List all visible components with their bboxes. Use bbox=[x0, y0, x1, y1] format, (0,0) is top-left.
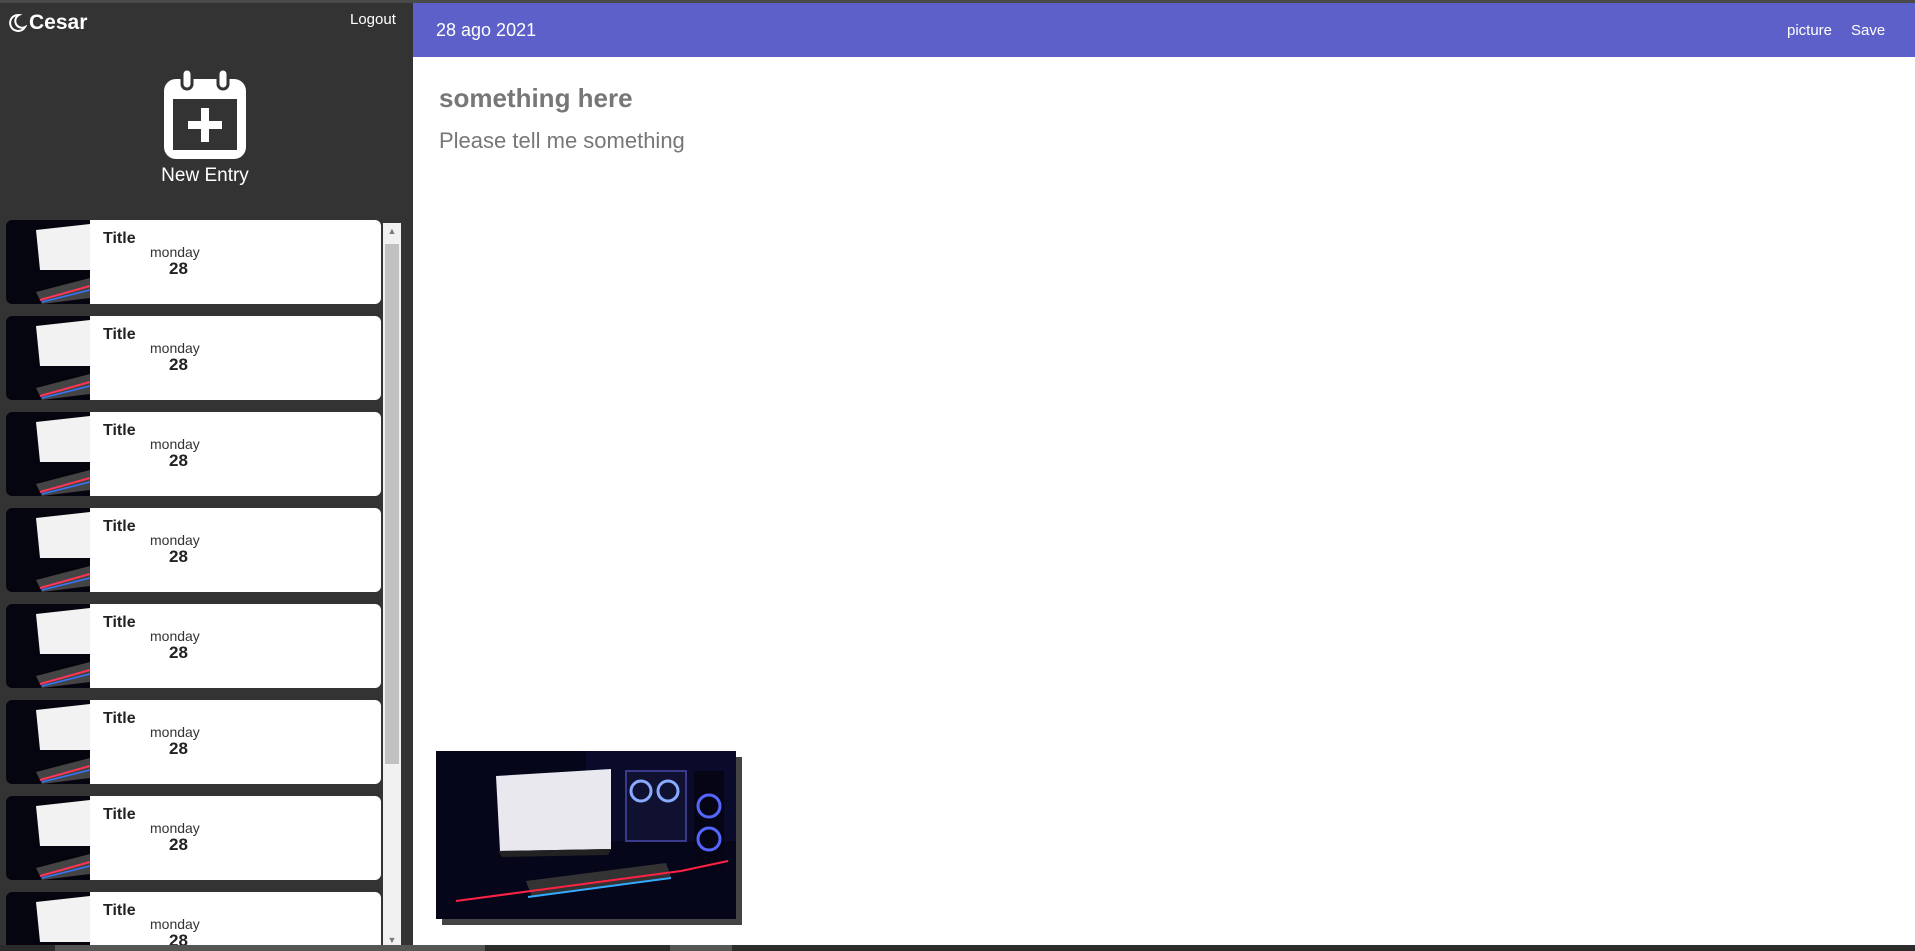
new-entry-button[interactable]: New Entry bbox=[150, 69, 260, 187]
header-date: 28 ago 2021 bbox=[436, 20, 537, 40]
entry-title: Title bbox=[103, 518, 136, 535]
entry-thumbnail bbox=[6, 604, 90, 688]
picture-button[interactable]: picture bbox=[1787, 22, 1832, 39]
entry-title: Title bbox=[103, 230, 136, 247]
entry-list[interactable]: Title monday 28 Title monday 28 Title mo… bbox=[6, 220, 381, 945]
entry-weekday: monday bbox=[150, 916, 200, 932]
entry-weekday: monday bbox=[150, 820, 200, 836]
entry-thumbnail bbox=[6, 508, 90, 592]
entry-card[interactable]: Title monday 28 bbox=[6, 892, 381, 945]
entry-card[interactable]: Title monday 28 bbox=[6, 796, 381, 880]
entry-thumbnail bbox=[6, 796, 90, 880]
entry-card[interactable]: Title monday 28 bbox=[6, 316, 381, 400]
entry-day: 28 bbox=[169, 547, 188, 566]
scrollbar-thumb[interactable] bbox=[385, 244, 399, 764]
bottom-scroll-track bbox=[0, 945, 1915, 951]
entry-title: Title bbox=[103, 710, 136, 727]
sidebar: Cesar Logout New Entry Title monday 28 T… bbox=[0, 3, 413, 948]
entry-text[interactable]: Please tell me something bbox=[439, 128, 685, 154]
entry-list-scrollbar[interactable]: ▲ ▼ bbox=[383, 223, 401, 948]
entry-heading[interactable]: something here bbox=[439, 83, 633, 114]
entry-title: Title bbox=[103, 806, 136, 823]
entry-weekday: monday bbox=[150, 436, 200, 452]
entry-thumbnail bbox=[6, 220, 90, 304]
entry-day: 28 bbox=[169, 739, 188, 758]
entry-photo bbox=[436, 751, 742, 925]
entry-thumbnail bbox=[6, 316, 90, 400]
entry-thumbnail bbox=[6, 700, 90, 784]
header-bar: 28 ago 2021 picture Save bbox=[413, 3, 1915, 57]
entry-thumbnail bbox=[6, 892, 90, 945]
calendar-plus-icon bbox=[164, 69, 246, 159]
entry-day: 28 bbox=[169, 643, 188, 662]
entry-day: 28 bbox=[169, 355, 188, 374]
entry-weekday: monday bbox=[150, 628, 200, 644]
save-button[interactable]: Save bbox=[1851, 22, 1885, 39]
entry-card[interactable]: Title monday 28 bbox=[6, 604, 381, 688]
scroll-up-arrow-icon[interactable]: ▲ bbox=[383, 223, 401, 239]
entry-card[interactable]: Title monday 28 bbox=[6, 508, 381, 592]
new-entry-label: New Entry bbox=[161, 165, 249, 186]
entry-weekday: monday bbox=[150, 244, 200, 260]
entry-weekday: monday bbox=[150, 532, 200, 548]
entry-card[interactable]: Title monday 28 bbox=[6, 700, 381, 784]
user-name: Cesar bbox=[29, 11, 88, 34]
entry-day: 28 bbox=[169, 931, 188, 945]
entry-day: 28 bbox=[169, 259, 188, 278]
entry-weekday: monday bbox=[150, 724, 200, 740]
brand: Cesar bbox=[7, 11, 87, 35]
main-panel: 28 ago 2021 picture Save something here … bbox=[413, 3, 1915, 945]
entry-title: Title bbox=[103, 614, 136, 631]
entry-title: Title bbox=[103, 326, 136, 343]
entry-title: Title bbox=[103, 902, 136, 919]
entry-thumbnail bbox=[6, 412, 90, 496]
entry-weekday: monday bbox=[150, 340, 200, 356]
entry-card[interactable]: Title monday 28 bbox=[6, 412, 381, 496]
entry-card[interactable]: Title monday 28 bbox=[6, 220, 381, 304]
moon-icon bbox=[9, 13, 27, 32]
entry-day: 28 bbox=[169, 451, 188, 470]
logout-button[interactable]: Logout bbox=[350, 11, 396, 28]
entry-title: Title bbox=[103, 422, 136, 439]
entry-day: 28 bbox=[169, 835, 188, 854]
